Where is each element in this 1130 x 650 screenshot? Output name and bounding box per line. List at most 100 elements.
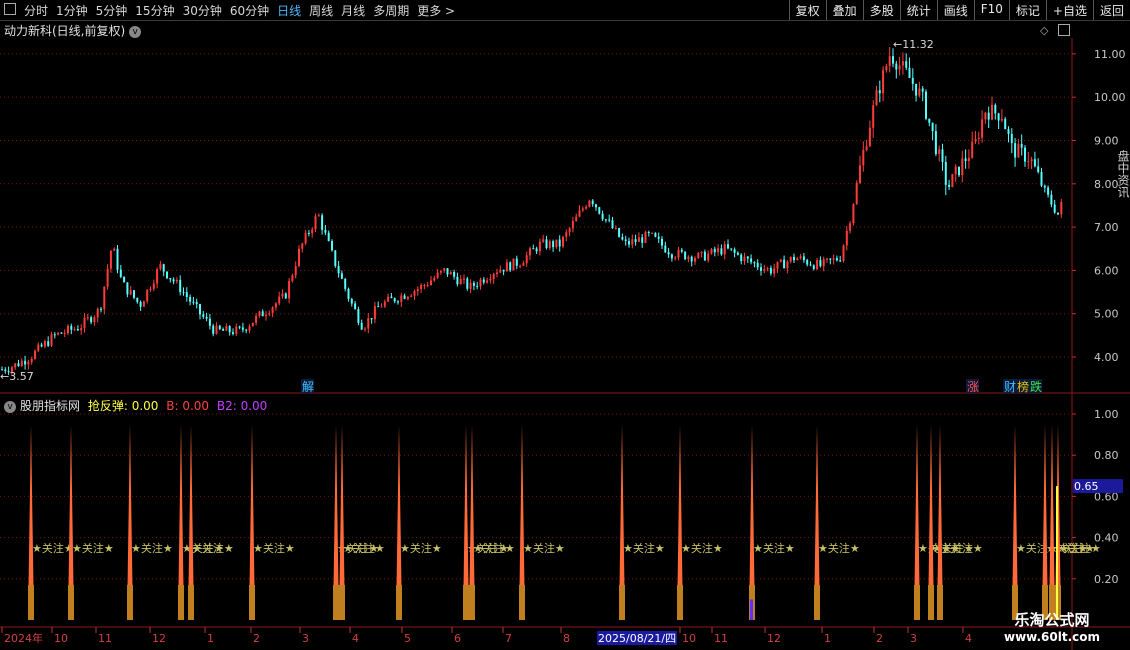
candle-body-260 (859, 165, 861, 183)
candle-body-87 (288, 280, 291, 299)
signal-text-14: ★关注★ (753, 541, 795, 555)
candle-body-64 (212, 325, 215, 334)
candle-body-88 (291, 275, 294, 281)
candle-body-232 (766, 268, 769, 270)
candle-body-90 (298, 248, 300, 267)
candle-body-153 (505, 262, 508, 272)
candle-body-239 (789, 256, 792, 262)
candle-body-65 (215, 325, 218, 334)
candle-body-30 (100, 308, 102, 310)
signal-text-11: ★关注★ (523, 541, 565, 555)
candle-body-113 (373, 306, 376, 320)
candle-body-187 (618, 228, 621, 237)
candle-body-62 (205, 316, 208, 319)
candle-body-98 (324, 229, 327, 233)
candle-body-163 (538, 241, 541, 252)
candle-body-52 (172, 279, 175, 282)
signal-base-12 (619, 584, 625, 620)
signal-base-0 (28, 584, 34, 620)
candle-body-178 (588, 200, 591, 207)
candle-body-306 (1010, 133, 1013, 144)
candle-body-185 (611, 220, 614, 229)
candle-body-142 (469, 282, 472, 289)
candle-body-84 (278, 296, 281, 304)
candle-body-156 (515, 258, 518, 266)
candle-body-235 (776, 261, 779, 269)
cursor-date: 2025/08/21/四 (598, 632, 676, 645)
candle-body-48 (159, 264, 162, 270)
candle-body-298 (984, 112, 987, 120)
high-label: ←11.32 (893, 38, 934, 51)
signal-base-10 (469, 584, 475, 620)
candle-body-295 (974, 138, 977, 142)
candle-body-320 (1057, 212, 1059, 215)
candle-body-190 (628, 241, 630, 245)
candle-body-251 (829, 258, 832, 260)
candle-body-228 (753, 262, 756, 264)
candle-body-191 (631, 239, 634, 245)
signal-base-3 (178, 584, 184, 620)
candle-body-57 (189, 297, 192, 302)
candle-body-317 (1047, 187, 1050, 195)
candle-body-37 (123, 276, 126, 283)
signal-text-18: ★关注★ (941, 541, 983, 555)
candle-body-112 (370, 318, 373, 320)
candle-body-281 (928, 118, 931, 123)
candle-body-229 (756, 262, 759, 268)
xaxis-label-14: 11 (714, 632, 728, 645)
ind-tick-label-4: 0.20 (1094, 573, 1119, 586)
candle-body-168 (555, 239, 558, 248)
candle-body-283 (934, 131, 937, 154)
right-edge-text: 盘中资讯 (1116, 149, 1130, 199)
candle-body-20 (67, 325, 69, 333)
candle-body-276 (911, 77, 914, 84)
xaxis-label-11: 8 (563, 632, 570, 645)
candle-body-257 (849, 223, 852, 231)
candle-body-8 (27, 361, 30, 365)
candle-body-253 (835, 258, 838, 261)
candle-body-218 (720, 248, 723, 255)
candle-body-131 (433, 277, 436, 281)
candle-body-241 (796, 258, 799, 261)
candle-body-297 (981, 119, 984, 138)
candle-body-197 (651, 232, 654, 234)
candle-body-47 (156, 269, 159, 284)
candle-body-35 (116, 248, 119, 270)
candle-body-255 (842, 245, 845, 261)
candle-body-85 (281, 293, 284, 297)
candle-body-160 (529, 248, 531, 256)
candle-body-277 (915, 83, 918, 96)
xaxis-label-16: 1 (824, 632, 831, 645)
candle-body-161 (532, 248, 535, 250)
candle-body-164 (542, 239, 545, 242)
indicator-menu-icon[interactable]: v (4, 400, 16, 413)
marker-1: 涨 (967, 379, 979, 394)
candle-body-216 (713, 248, 716, 253)
xaxis-label-19: 4 (965, 632, 972, 645)
candle-body-12 (40, 344, 43, 347)
candle-body-275 (908, 67, 911, 78)
candle-body-75 (248, 326, 251, 331)
candle-body-183 (604, 219, 607, 221)
xaxis-label-0: 2024年 (4, 631, 43, 645)
candle-body-51 (169, 278, 172, 280)
candle-body-4 (14, 363, 17, 368)
candle-body-73 (241, 327, 244, 330)
candle-body-99 (327, 232, 330, 242)
candle-body-33 (109, 250, 112, 269)
kline-chart[interactable]: 11.0010.009.008.007.006.005.004.00←11.32… (0, 0, 1130, 650)
candle-body-278 (918, 88, 921, 96)
candle-body-104 (344, 278, 347, 289)
candle-body-111 (367, 318, 370, 329)
watermark-title: 乐淘公式网 (1014, 611, 1090, 629)
candle-body-273 (901, 61, 904, 66)
ind-tick-label-0: 1.00 (1094, 408, 1119, 421)
candle-body-125 (413, 291, 416, 296)
xaxis-label-1: 10 (54, 632, 68, 645)
candle-body-184 (608, 219, 611, 221)
candle-body-77 (255, 315, 258, 323)
candle-body-45 (149, 288, 152, 290)
candle-body-272 (898, 65, 901, 70)
candle-body-268 (885, 66, 888, 71)
signal-text-10: ★关注★ (473, 541, 515, 555)
